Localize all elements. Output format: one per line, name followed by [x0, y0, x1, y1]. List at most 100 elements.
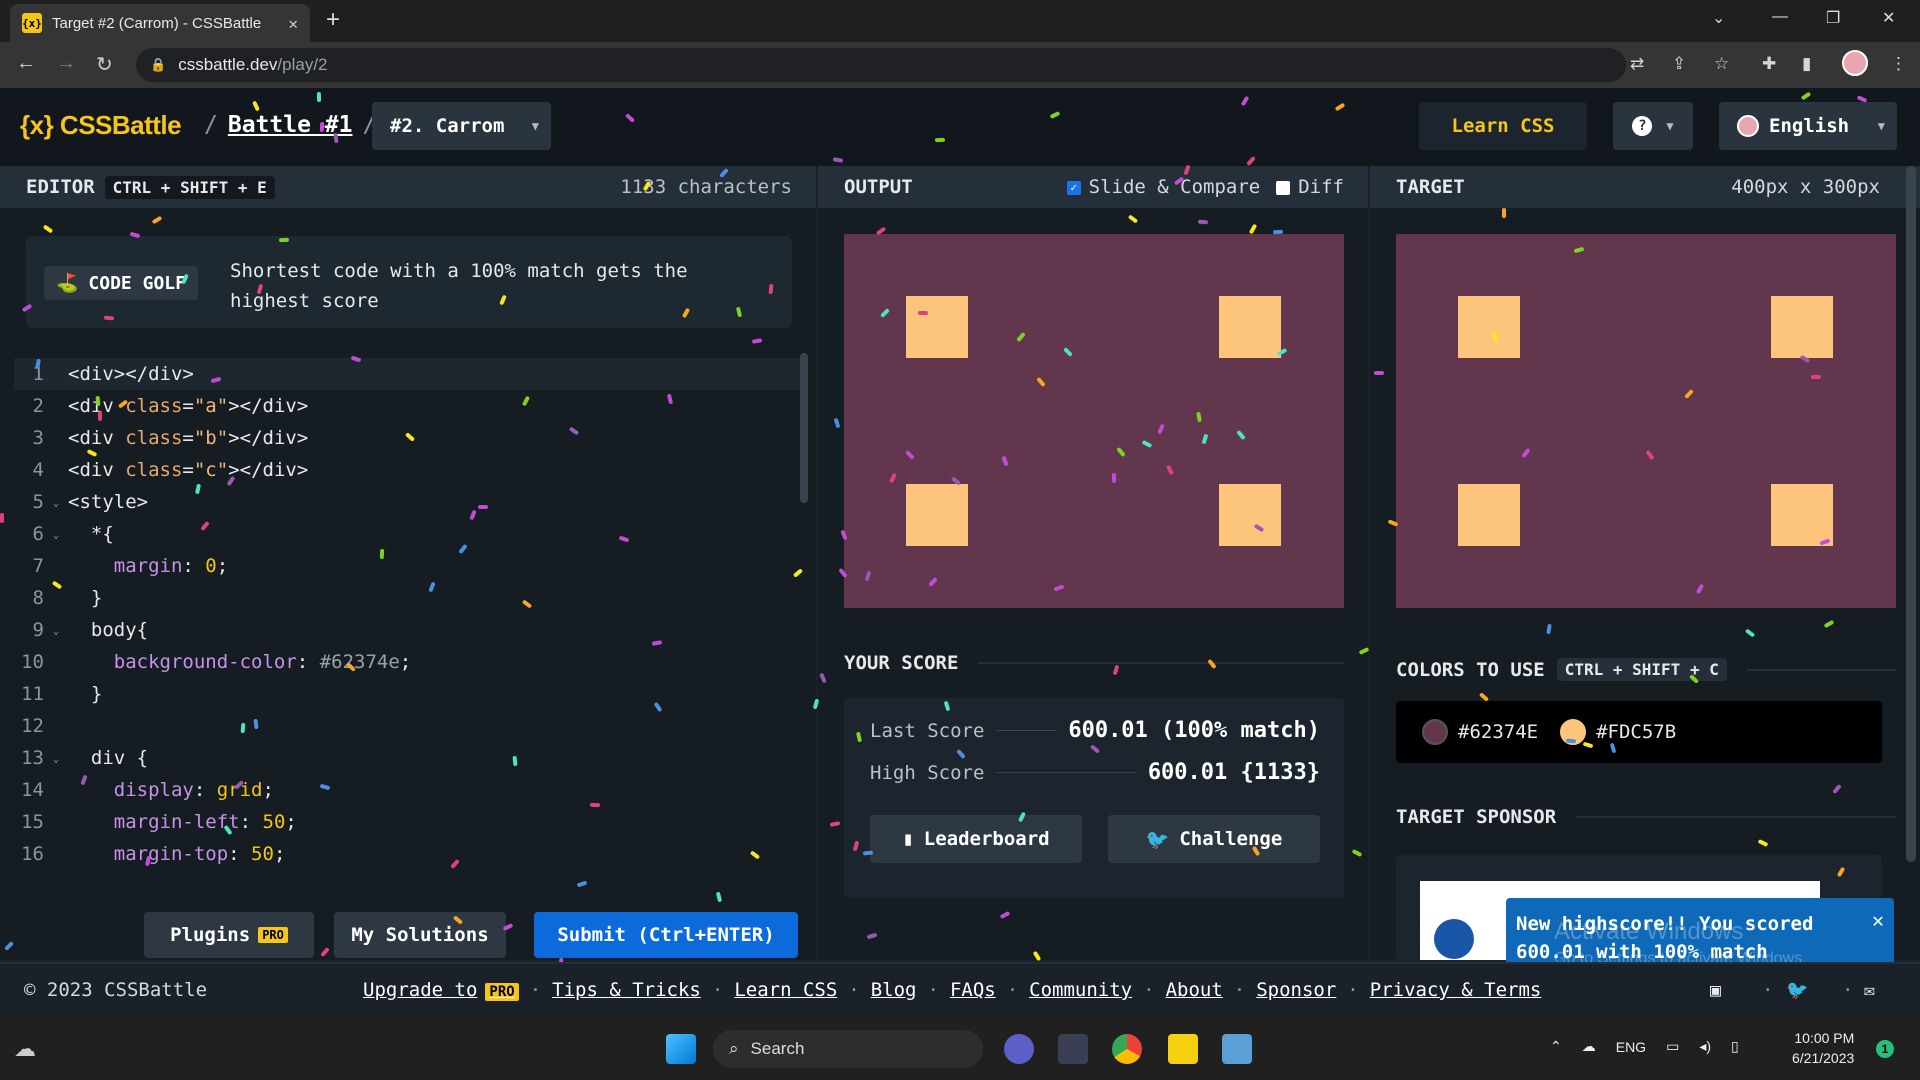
- output-panel: YOUR SCORE Last Score 600.01 (100% match…: [818, 208, 1368, 960]
- network-icon[interactable]: ▭: [1666, 1038, 1679, 1055]
- code-line[interactable]: 13 ⌄ div {: [14, 742, 804, 774]
- code-line[interactable]: 7 margin: 0;: [14, 550, 804, 582]
- app-icon[interactable]: [1058, 1034, 1088, 1064]
- close-tab-icon[interactable]: ✕: [288, 14, 298, 33]
- code-golf-banner: ⛳ CODE GOLF Shortest code with a 100% ma…: [26, 236, 792, 328]
- learn-css-button[interactable]: Learn CSS: [1419, 102, 1587, 150]
- diff-checkbox[interactable]: Diff: [1276, 176, 1344, 198]
- code-text: <div></div>: [68, 363, 194, 385]
- footer-link-sponsor[interactable]: Sponsor: [1256, 979, 1336, 1001]
- clock[interactable]: 10:00 PM 6/21/2023: [1792, 1028, 1854, 1068]
- chevron-up-icon[interactable]: ⌃: [1550, 1038, 1562, 1055]
- confetti-piece: [278, 237, 290, 243]
- editor-scrollbar[interactable]: [800, 353, 808, 503]
- target-select[interactable]: #2. Carrom ▼: [372, 102, 551, 150]
- tab-search-icon[interactable]: ⌄: [1712, 8, 1725, 28]
- fold-chevron-icon[interactable]: ⌄: [44, 752, 68, 765]
- weather-icon[interactable]: ☁: [14, 1036, 36, 1062]
- plugins-button[interactable]: Plugins PRO: [144, 912, 314, 958]
- upgrade-link[interactable]: Upgrade to PRO: [363, 979, 519, 1001]
- twitter-icon[interactable]: 🐦: [1786, 980, 1808, 1001]
- close-icon[interactable]: ✕: [1872, 906, 1884, 934]
- reload-icon[interactable]: ↻: [96, 52, 113, 77]
- submit-button[interactable]: Submit (Ctrl+ENTER): [534, 912, 798, 958]
- confetti-piece: [1810, 374, 1822, 380]
- minimize-icon[interactable]: —: [1772, 8, 1788, 26]
- footer-link-learn-css[interactable]: Learn CSS: [734, 979, 837, 1001]
- code-line[interactable]: 16 margin-top: 50;: [14, 838, 804, 870]
- code-line[interactable]: 8 }: [14, 582, 804, 614]
- fold-chevron-icon[interactable]: ⌄: [44, 528, 68, 541]
- code-line[interactable]: 4 <div class="c"></div>: [14, 454, 804, 486]
- cssbattle-logo[interactable]: {x} CSSBattle: [20, 110, 182, 141]
- code-line[interactable]: 9 ⌄ body{: [14, 614, 804, 646]
- browser-menu-icon[interactable]: ⋮: [1890, 54, 1907, 74]
- windows-start-icon[interactable]: [666, 1034, 696, 1064]
- notification-badge[interactable]: 1: [1876, 1040, 1894, 1058]
- confetti-piece: [95, 395, 101, 407]
- footer-link-community[interactable]: Community: [1029, 979, 1132, 1001]
- code-text: *{: [68, 523, 114, 545]
- line-number: 7: [32, 555, 44, 577]
- language-label: English: [1769, 115, 1850, 137]
- target-header: TARGET 400px x 300px: [1370, 166, 1920, 208]
- output-header: OUTPUT ✓ Slide & Compare Diff: [818, 166, 1368, 208]
- code-line[interactable]: 15 margin-left: 50;: [14, 806, 804, 838]
- back-icon[interactable]: ←: [16, 52, 36, 75]
- extensions-icon[interactable]: ✚: [1762, 54, 1776, 74]
- footer-link-tips-tricks[interactable]: Tips & Tricks: [552, 979, 701, 1001]
- battery-icon[interactable]: ▯: [1731, 1038, 1739, 1055]
- code-line[interactable]: 10 background-color: #62374e;: [14, 646, 804, 678]
- side-panel-icon[interactable]: ▮: [1802, 54, 1811, 74]
- taskbar-search[interactable]: ⌕ Search: [713, 1030, 983, 1068]
- challenge-button[interactable]: 🐦 Challenge: [1108, 815, 1320, 863]
- code-line[interactable]: 11 }: [14, 678, 804, 710]
- code-line[interactable]: 1 <div></div>: [14, 358, 804, 390]
- footer-link-about[interactable]: About: [1166, 979, 1223, 1001]
- code-line[interactable]: 2 <div class="a"></div>: [14, 390, 804, 422]
- discord-icon[interactable]: ▣: [1710, 980, 1721, 1001]
- code-line[interactable]: 14 display: grid;: [14, 774, 804, 806]
- language-indicator[interactable]: ENG: [1616, 1039, 1646, 1055]
- help-button[interactable]: ? ▼: [1613, 102, 1693, 150]
- footer-link-privacy-terms[interactable]: Privacy & Terms: [1370, 979, 1542, 1001]
- color-swatch[interactable]: #62374E: [1422, 719, 1538, 745]
- code-line[interactable]: 12: [14, 710, 804, 742]
- bookmark-star-icon[interactable]: ☆: [1714, 54, 1729, 74]
- code-text: }: [68, 587, 103, 609]
- code-line[interactable]: 5 ⌄ <style>: [14, 486, 804, 518]
- email-icon[interactable]: ✉: [1864, 980, 1875, 1001]
- files-icon[interactable]: [1222, 1034, 1252, 1064]
- leaderboard-button[interactable]: ▮ Leaderboard: [870, 815, 1082, 863]
- footer-link-faqs[interactable]: FAQs: [950, 979, 996, 1001]
- last-score-row: Last Score 600.01 (100% match): [870, 718, 1320, 743]
- new-tab-icon[interactable]: +: [326, 6, 340, 34]
- meet-icon[interactable]: [1004, 1034, 1034, 1064]
- output-canvas[interactable]: [844, 234, 1344, 608]
- my-solutions-button[interactable]: My Solutions: [334, 912, 506, 958]
- browser-tab[interactable]: {x} Target #2 (Carrom) - CSSBattle ✕: [10, 4, 310, 42]
- fold-chevron-icon[interactable]: ⌄: [44, 496, 68, 509]
- player-icon[interactable]: [1168, 1034, 1198, 1064]
- activate-windows-title: Activate Windows: [1554, 918, 1744, 945]
- forward-icon[interactable]: →: [56, 52, 76, 75]
- chrome-icon[interactable]: [1112, 1034, 1142, 1064]
- profile-avatar[interactable]: [1842, 50, 1868, 81]
- language-select[interactable]: English ▼: [1719, 102, 1897, 150]
- onedrive-icon[interactable]: ☁: [1582, 1038, 1596, 1055]
- line-number: 5: [32, 491, 44, 513]
- page-scrollbar[interactable]: [1906, 166, 1916, 862]
- url-field[interactable]: 🔒 cssbattle.dev/play/2: [136, 48, 1626, 82]
- slide-compare-checkbox[interactable]: ✓ Slide & Compare: [1066, 176, 1260, 198]
- share-icon[interactable]: ⇪: [1672, 54, 1686, 74]
- code-line[interactable]: 6 ⌄ *{: [14, 518, 804, 550]
- fold-chevron-icon[interactable]: ⌄: [44, 624, 68, 637]
- restore-icon[interactable]: ❐: [1826, 8, 1840, 28]
- translate-icon[interactable]: ⇄: [1630, 54, 1644, 74]
- close-window-icon[interactable]: ✕: [1882, 8, 1895, 28]
- footer-link-blog[interactable]: Blog: [871, 979, 917, 1001]
- color-swatch[interactable]: #FDC57B: [1560, 719, 1676, 745]
- editor-header: EDITOR CTRL + SHIFT + E 1133 characters: [0, 166, 816, 208]
- target-square: [1771, 484, 1833, 546]
- volume-icon[interactable]: ◂): [1699, 1038, 1711, 1055]
